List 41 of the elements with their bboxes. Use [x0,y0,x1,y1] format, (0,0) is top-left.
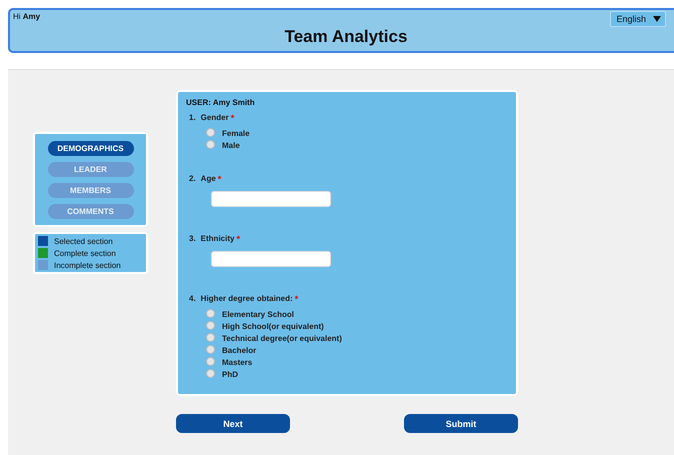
radio-button[interactable] [206,308,215,318]
radio-button[interactable] [206,320,215,330]
question-number: 1. [189,113,196,122]
input-field[interactable] [211,191,331,207]
caret-icon [653,16,661,22]
question-label: Ethnicity [200,234,234,243]
next-button[interactable]: Next [176,414,290,433]
question-number: 4. [189,294,196,303]
input-field[interactable] [211,251,331,267]
option-label: Masters [222,358,252,367]
greeting-text: Hi Amy [13,12,40,21]
radio-button[interactable] [206,356,215,366]
radio-button[interactable] [206,368,215,378]
legend-label: Incomplete section [54,260,121,270]
user-label: USER: Amy Smith [186,98,256,107]
question-number: 2. [189,174,196,183]
question-label: Higher degree obtained: [200,294,293,303]
option-label: PhD [222,370,238,379]
option-label: Elementary School [222,310,294,319]
question-label: Age [200,174,216,183]
question-label: Gender [200,113,229,122]
radio-button[interactable] [206,344,215,354]
option-label: Technical degree(or equivalent) [222,334,342,343]
language-dropdown[interactable]: English [610,11,666,27]
required-mark: * [294,294,298,304]
option-label: High School(or equivalent) [222,322,324,331]
radio-button[interactable] [206,140,215,148]
option-label: Male [222,141,240,150]
radio-button[interactable] [206,332,215,342]
required-mark: * [230,113,234,123]
submit-button[interactable]: Submit [404,414,518,433]
section-tab[interactable]: DEMOGRAPHICS [48,141,134,156]
required-mark: * [218,174,222,184]
radio-button[interactable] [206,128,215,136]
option-label: Female [222,129,250,138]
option-label: Bachelor [222,346,256,355]
legend-label: Selected section [54,236,113,246]
question-number: 3. [189,234,196,243]
legend-label: Complete section [54,248,116,258]
required-mark: * [236,234,240,244]
page-title: Team Analytics [284,27,408,47]
